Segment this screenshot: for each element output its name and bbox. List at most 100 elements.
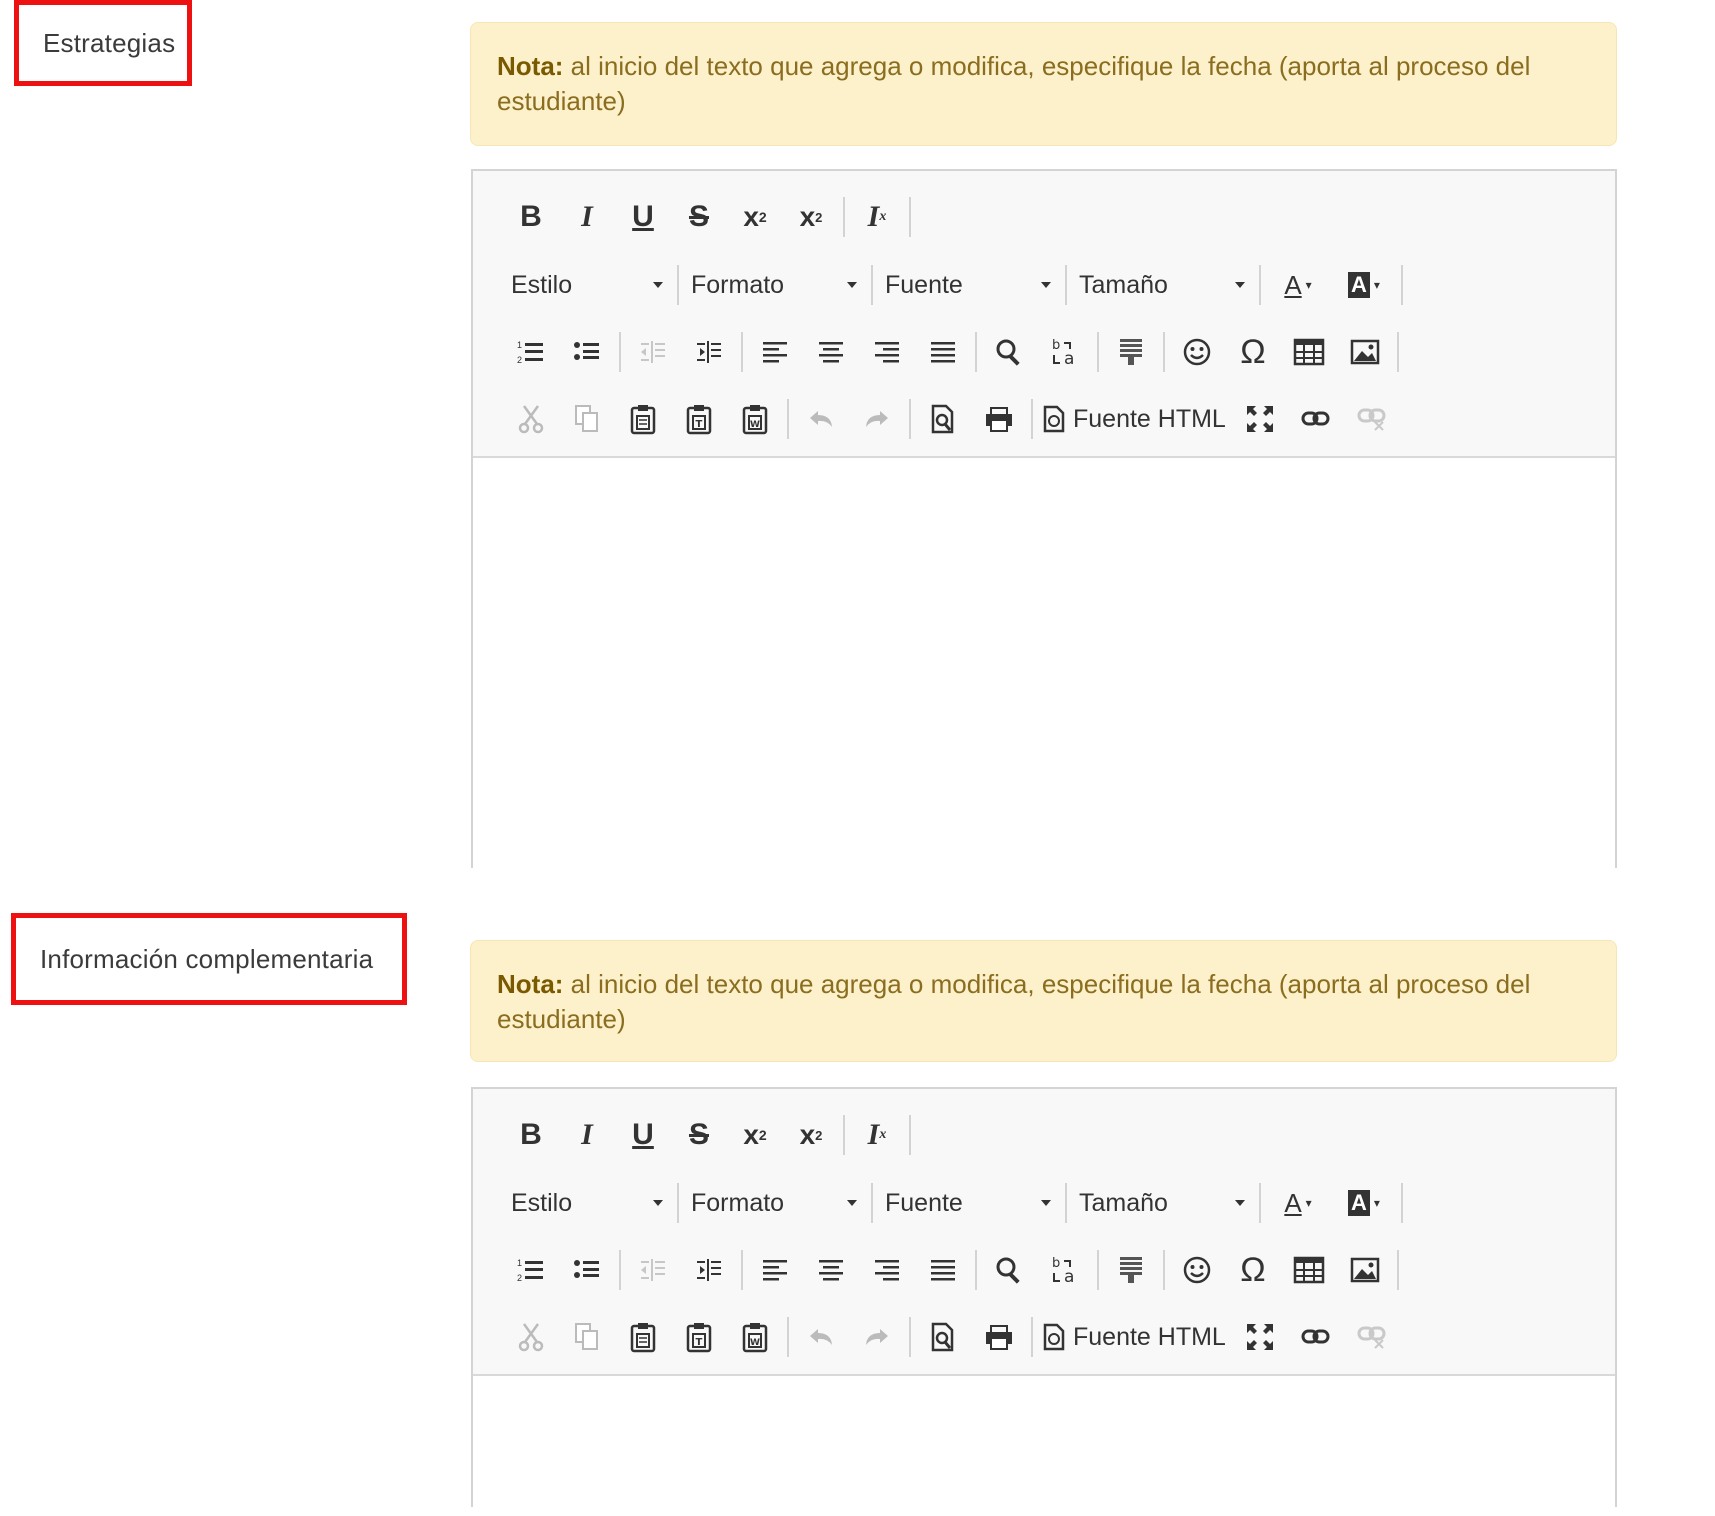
toolbar-separator — [909, 197, 911, 237]
unlink-icon[interactable] — [1344, 391, 1400, 447]
align-left-icon[interactable] — [747, 324, 803, 380]
block-icon[interactable] — [1103, 1242, 1159, 1298]
cut-icon[interactable] — [503, 391, 559, 447]
justify-icon[interactable] — [915, 1242, 971, 1298]
toolbar-separator — [677, 265, 679, 305]
strikethrough-icon[interactable]: S — [671, 1107, 727, 1163]
redo-icon[interactable] — [849, 1309, 905, 1365]
format-combo[interactable]: Formato — [683, 257, 867, 313]
source-html-button[interactable]: Fuente HTML — [1037, 1309, 1232, 1365]
svg-text:W: W — [750, 1338, 760, 1348]
paste-icon[interactable] — [615, 391, 671, 447]
remove-format-icon[interactable]: Ix — [849, 1107, 905, 1163]
find-icon[interactable] — [981, 1242, 1037, 1298]
preview-icon[interactable] — [915, 391, 971, 447]
align-left-icon[interactable] — [747, 1242, 803, 1298]
editor-content-area[interactable] — [473, 1376, 1615, 1516]
format-combo[interactable]: Formato — [683, 1175, 867, 1231]
smiley-icon[interactable] — [1169, 1242, 1225, 1298]
numbered-list-icon[interactable]: 12 — [503, 1242, 559, 1298]
size-combo[interactable]: Tamaño — [1071, 1175, 1255, 1231]
link-icon[interactable] — [1288, 1309, 1344, 1365]
find-icon[interactable] — [981, 324, 1037, 380]
align-center-icon[interactable] — [803, 1242, 859, 1298]
background-color-icon[interactable]: A ▾ — [1331, 1175, 1397, 1231]
toolbar-separator — [1163, 332, 1165, 372]
maximize-icon[interactable] — [1232, 391, 1288, 447]
undo-icon[interactable] — [793, 1309, 849, 1365]
print-icon[interactable] — [971, 391, 1027, 447]
image-icon[interactable] — [1337, 324, 1393, 380]
align-center-icon[interactable] — [803, 324, 859, 380]
style-combo[interactable]: Estilo — [503, 257, 673, 313]
strikethrough-icon[interactable]: S — [671, 189, 727, 245]
maximize-icon[interactable] — [1232, 1309, 1288, 1365]
paste-icon[interactable] — [615, 1309, 671, 1365]
print-icon[interactable] — [971, 1309, 1027, 1365]
format-combo-label: Formato — [691, 270, 785, 299]
omega-icon[interactable]: Ω — [1225, 324, 1281, 380]
source-html-label: Fuente HTML — [1073, 1322, 1226, 1351]
link-icon[interactable] — [1288, 391, 1344, 447]
background-color-icon[interactable]: A ▾ — [1331, 257, 1397, 313]
copy-icon[interactable] — [559, 391, 615, 447]
increase-indent-icon[interactable] — [681, 324, 737, 380]
omega-icon[interactable]: Ω — [1225, 1242, 1281, 1298]
bold-icon[interactable]: B — [503, 189, 559, 245]
numbered-list-icon[interactable]: 12 — [503, 324, 559, 380]
block-icon[interactable] — [1103, 324, 1159, 380]
toolbar-separator — [871, 265, 873, 305]
decrease-indent-icon[interactable] — [625, 1242, 681, 1298]
decrease-indent-icon[interactable] — [625, 324, 681, 380]
underline-icon[interactable]: U — [615, 189, 671, 245]
font-combo[interactable]: Fuente — [877, 257, 1061, 313]
paste-word-icon[interactable]: W — [727, 1309, 783, 1365]
italic-icon[interactable]: I — [559, 1107, 615, 1163]
svg-text:1: 1 — [517, 340, 522, 350]
align-right-icon[interactable] — [859, 1242, 915, 1298]
undo-icon[interactable] — [793, 391, 849, 447]
unlink-icon[interactable] — [1344, 1309, 1400, 1365]
chevron-down-icon — [1041, 1200, 1051, 1206]
table-icon[interactable] — [1281, 1242, 1337, 1298]
toolbar-separator — [1031, 1317, 1033, 1357]
justify-icon[interactable] — [915, 324, 971, 380]
svg-text:b: b — [1052, 1256, 1060, 1271]
image-icon[interactable] — [1337, 1242, 1393, 1298]
paste-text-icon[interactable]: T — [671, 391, 727, 447]
text-color-icon[interactable]: A ▾ — [1265, 1175, 1331, 1231]
superscript-icon[interactable]: x2 — [783, 189, 839, 245]
smiley-icon[interactable] — [1169, 324, 1225, 380]
size-combo[interactable]: Tamaño — [1071, 257, 1255, 313]
bold-icon[interactable]: B — [503, 1107, 559, 1163]
editor-content-area[interactable] — [473, 458, 1615, 868]
paste-word-icon[interactable]: W — [727, 391, 783, 447]
remove-format-icon[interactable]: Ix — [849, 189, 905, 245]
superscript-icon[interactable]: x2 — [783, 1107, 839, 1163]
style-combo[interactable]: Estilo — [503, 1175, 673, 1231]
toolbar-row-paragraph: 12 ba Ω — [503, 1242, 1585, 1298]
toolbar-separator — [787, 399, 789, 439]
bulleted-list-icon[interactable] — [559, 324, 615, 380]
section-label-text: Información complementaria — [40, 943, 374, 974]
cut-icon[interactable] — [503, 1309, 559, 1365]
toolbar-separator — [787, 1317, 789, 1357]
increase-indent-icon[interactable] — [681, 1242, 737, 1298]
preview-icon[interactable] — [915, 1309, 971, 1365]
subscript-icon[interactable]: x2 — [727, 189, 783, 245]
italic-icon[interactable]: I — [559, 189, 615, 245]
size-combo-label: Tamaño — [1079, 1188, 1168, 1217]
copy-icon[interactable] — [559, 1309, 615, 1365]
text-color-icon[interactable]: A ▾ — [1265, 257, 1331, 313]
redo-icon[interactable] — [849, 391, 905, 447]
bulleted-list-icon[interactable] — [559, 1242, 615, 1298]
paste-text-icon[interactable]: T — [671, 1309, 727, 1365]
replace-icon[interactable]: ba — [1037, 324, 1093, 380]
subscript-icon[interactable]: x2 — [727, 1107, 783, 1163]
underline-icon[interactable]: U — [615, 1107, 671, 1163]
font-combo[interactable]: Fuente — [877, 1175, 1061, 1231]
align-right-icon[interactable] — [859, 324, 915, 380]
table-icon[interactable] — [1281, 324, 1337, 380]
replace-icon[interactable]: ba — [1037, 1242, 1093, 1298]
source-html-button[interactable]: Fuente HTML — [1037, 391, 1232, 447]
